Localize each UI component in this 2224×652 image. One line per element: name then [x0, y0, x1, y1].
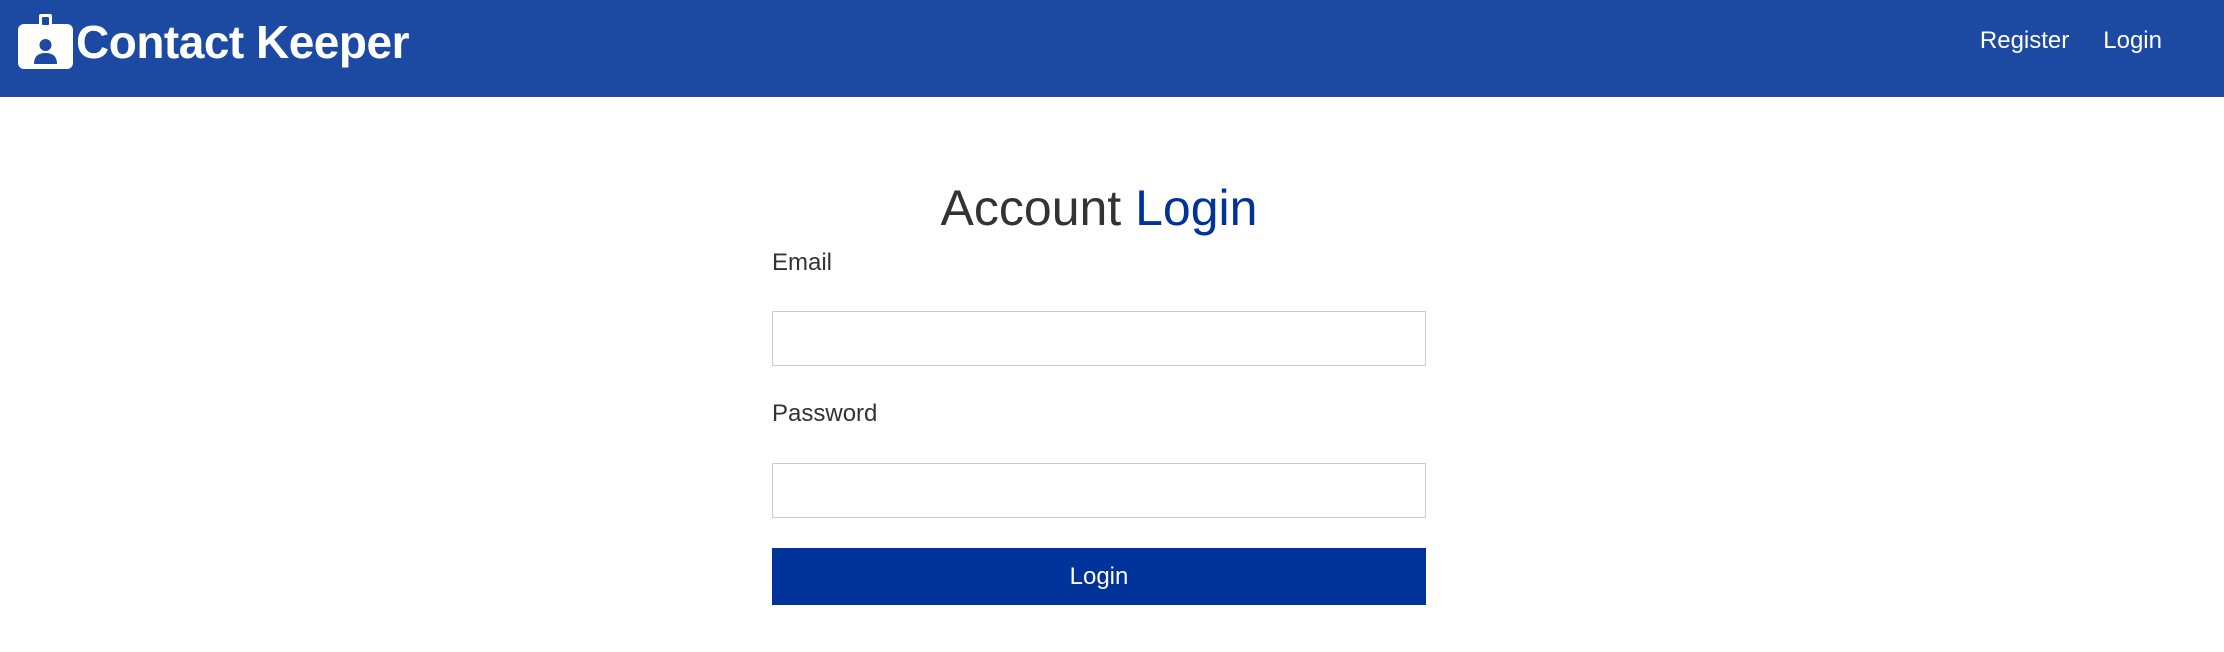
- navbar: Contact Keeper Register Login: [0, 0, 2224, 97]
- page-title-accent: Login: [1135, 180, 1258, 236]
- page-title-prefix: Account: [940, 180, 1122, 236]
- login-form-container: Account Login Email Password Login: [772, 170, 1426, 605]
- email-label: Email: [772, 249, 833, 276]
- password-label: Password: [772, 400, 878, 427]
- nav-register-link[interactable]: Register: [1980, 27, 2069, 55]
- email-field[interactable]: [772, 311, 1426, 366]
- login-button[interactable]: Login: [772, 548, 1426, 605]
- id-badge-icon: [18, 14, 73, 69]
- brand-title: Contact Keeper: [76, 16, 409, 68]
- password-field[interactable]: [772, 463, 1426, 518]
- nav-login-link[interactable]: Login: [2103, 27, 2162, 55]
- brand[interactable]: Contact Keeper: [18, 12, 409, 72]
- page-title: Account Login: [772, 170, 1426, 246]
- nav-links: Register Login: [1980, 0, 2162, 82]
